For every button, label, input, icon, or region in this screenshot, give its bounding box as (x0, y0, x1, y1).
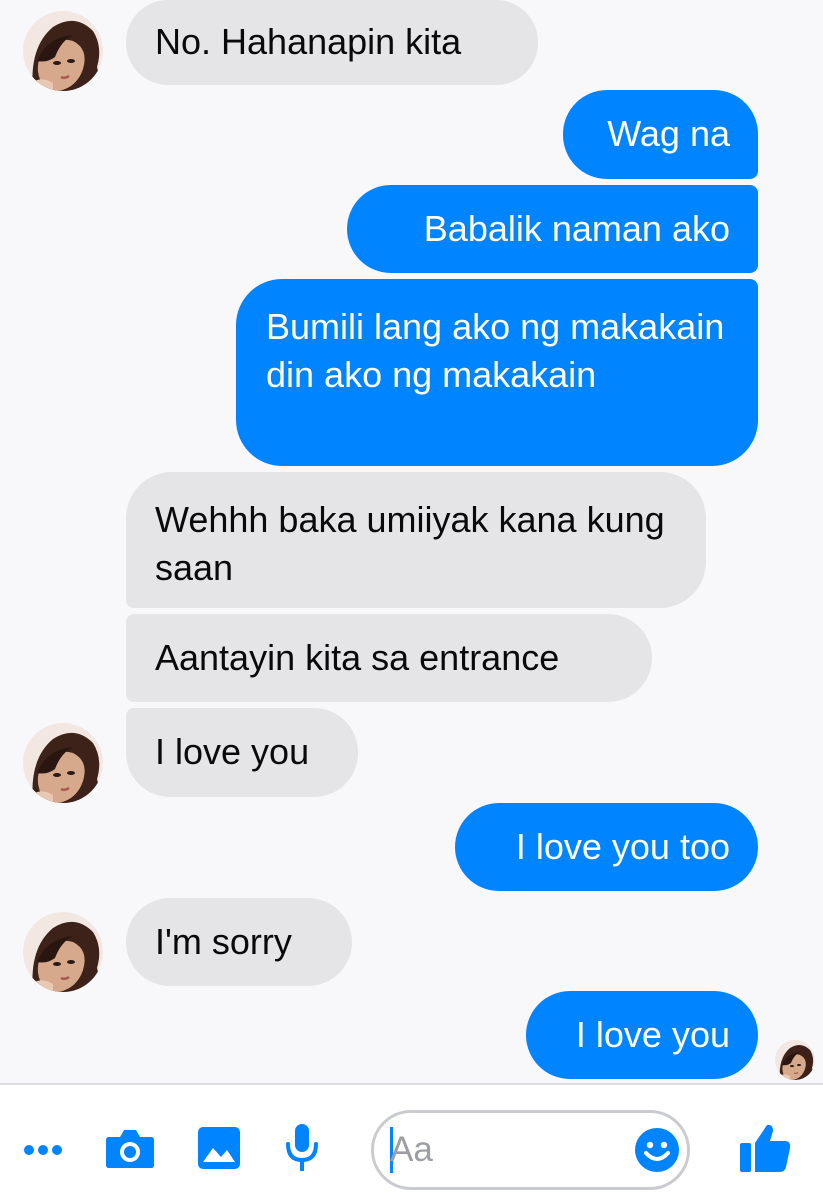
message-text: I love you too (515, 826, 730, 867)
more-button[interactable] (18, 1125, 68, 1175)
thumbs-up-icon (740, 1124, 791, 1172)
message-text: I love you (575, 1014, 730, 1055)
contact-avatar[interactable] (23, 11, 103, 91)
like-button[interactable] (733, 1118, 797, 1178)
message-text: No. Hahanapin kita (155, 21, 462, 62)
message-bubble[interactable]: I'm sorry (126, 898, 352, 986)
message-text: Wag na (607, 113, 730, 154)
message-bubble[interactable]: I love you too (455, 803, 758, 891)
contact-photo (23, 11, 103, 91)
message-text: Babalik naman ako (423, 208, 730, 249)
message-bubble[interactable]: Bumili lang ako ng makakain din ako ng m… (236, 279, 758, 466)
message-input-box[interactable] (371, 1110, 690, 1190)
seen-receipt-photo (775, 1040, 815, 1080)
message-input[interactable] (390, 1125, 630, 1175)
message-bubble[interactable]: No. Hahanapin kita (126, 0, 538, 85)
camera-button[interactable] (103, 1123, 157, 1173)
more-icon (24, 1145, 62, 1155)
emoji-button[interactable] (632, 1125, 682, 1175)
message-text: Wehhh baka umiiyak kana kung saan (155, 499, 665, 588)
message-composer (0, 1083, 823, 1200)
microphone-icon (286, 1124, 318, 1171)
message-bubble[interactable]: I love you (526, 991, 758, 1079)
conversation: No. Hahanapin kita Wag na Babalik naman … (0, 0, 823, 1083)
smiley-icon (635, 1128, 679, 1172)
message-text: Aantayin kita sa entrance (155, 637, 560, 678)
message-bubble[interactable]: I love you (126, 708, 358, 797)
message-bubble[interactable]: Babalik naman ako (347, 185, 758, 273)
contact-avatar[interactable] (23, 723, 103, 803)
gallery-button[interactable] (194, 1123, 244, 1173)
message-bubble[interactable]: Aantayin kita sa entrance (126, 614, 652, 702)
gallery-icon (198, 1127, 240, 1169)
message-text: Bumili lang ako ng makakain din ako ng m… (266, 306, 725, 395)
contact-photo (23, 723, 103, 803)
seen-receipt-avatar (775, 1040, 815, 1080)
contact-photo (23, 912, 103, 992)
contact-avatar[interactable] (23, 912, 103, 992)
message-text: I love you (155, 731, 310, 772)
message-bubble[interactable]: Wehhh baka umiiyak kana kung saan (126, 472, 706, 608)
microphone-button[interactable] (278, 1121, 326, 1175)
camera-icon (106, 1130, 154, 1168)
message-bubble[interactable]: Wag na (563, 90, 758, 179)
message-text: I'm sorry (155, 921, 292, 962)
